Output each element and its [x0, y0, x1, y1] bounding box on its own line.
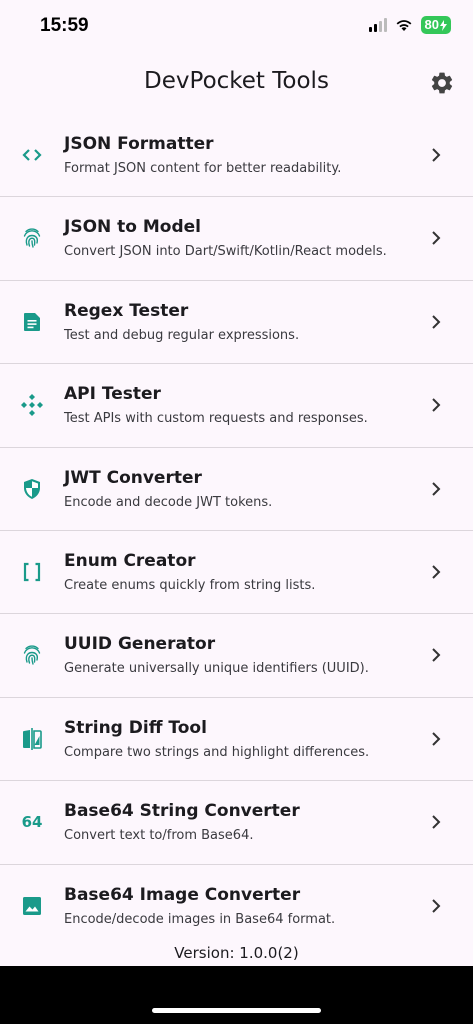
tool-json-formatter[interactable]: JSON Formatter Format JSON content for b…	[0, 114, 473, 198]
status-icons: 80	[368, 16, 451, 34]
tool-title: JWT Converter	[64, 467, 202, 488]
tool-subtitle: Compare two strings and highlight differ…	[64, 744, 370, 760]
chevron-right-icon	[432, 565, 441, 579]
tool-title: UUID Generator	[64, 634, 216, 655]
fingerprint-icon	[20, 226, 44, 250]
tool-list: JSON Formatter Format JSON content for b…	[0, 114, 473, 948]
square-brackets-icon	[20, 560, 44, 584]
app-bar: DevPocket Tools	[0, 52, 473, 112]
chevron-right-icon	[432, 148, 441, 162]
code-brackets-icon	[20, 143, 44, 167]
tool-subtitle: Encode and decode JWT tokens.	[64, 494, 273, 510]
tool-title: Regex Tester	[64, 300, 189, 321]
tool-string-diff[interactable]: String Diff Tool Compare two strings and…	[0, 698, 473, 782]
cellular-signal-icon	[368, 18, 387, 32]
chevron-right-icon	[432, 231, 441, 246]
document-icon	[20, 310, 44, 334]
wifi-icon	[396, 20, 411, 31]
tool-enum-creator[interactable]: Enum Creator Create enums quickly from s…	[0, 531, 473, 615]
base64-icon-label: 64	[21, 813, 43, 832]
tool-subtitle: Test and debug regular expressions.	[64, 327, 300, 343]
charging-bolt-icon	[440, 19, 447, 31]
page-title: DevPocket Tools	[144, 68, 329, 94]
tool-title: JSON to Model	[64, 217, 202, 238]
battery-level: 80	[424, 17, 439, 32]
chevron-right-icon	[432, 481, 441, 496]
tool-uuid-generator[interactable]: UUID Generator Generate universally uniq…	[0, 614, 473, 698]
image-icon	[20, 894, 44, 918]
fingerprint-icon	[20, 643, 44, 667]
tool-subtitle: Generate universally unique identifiers …	[64, 661, 369, 677]
status-bar: 15:59 80	[0, 0, 473, 52]
tool-title: Base64 Image Converter	[64, 884, 301, 905]
tool-subtitle: Convert JSON into Dart/Swift/Kotlin/Reac…	[64, 244, 387, 260]
chevron-right-icon	[432, 398, 441, 412]
home-indicator[interactable]	[152, 1008, 321, 1013]
shield-icon	[20, 477, 44, 501]
chevron-right-icon	[432, 732, 441, 746]
tool-title: JSON Formatter	[64, 134, 214, 154]
battery-indicator: 80	[420, 16, 451, 34]
tool-base64-string[interactable]: 64 Base64 String Converter Convert text …	[0, 781, 473, 865]
tool-api-tester[interactable]: API Tester Test APIs with custom request…	[0, 364, 473, 448]
compare-icon	[20, 727, 44, 751]
status-time: 15:59	[40, 15, 89, 36]
tool-subtitle: Encode/decode images in Base64 format.	[64, 911, 336, 927]
api-diamond-icon	[20, 393, 44, 417]
tool-title: Base64 String Converter	[64, 801, 300, 822]
system-navigation-bar	[0, 966, 473, 1024]
tool-regex-tester[interactable]: Regex Tester Test and debug regular expr…	[0, 281, 473, 365]
chevron-right-icon	[432, 648, 441, 663]
tool-jwt-converter[interactable]: JWT Converter Encode and decode JWT toke…	[0, 448, 473, 531]
chevron-right-icon	[432, 898, 441, 913]
tool-json-to-model[interactable]: JSON to Model Convert JSON into Dart/Swi…	[0, 197, 473, 281]
tool-subtitle: Create enums quickly from string lists.	[64, 577, 316, 593]
version-label: Version: 1.0.0(2)	[174, 944, 299, 962]
tool-title: API Tester	[64, 384, 161, 405]
tool-subtitle: Test APIs with custom requests and respo…	[64, 411, 368, 427]
settings-gear-icon[interactable]	[429, 70, 455, 96]
base64-text-icon: 64	[20, 810, 44, 834]
tool-subtitle: Convert text to/from Base64.	[64, 828, 254, 844]
tool-title: Enum Creator	[64, 550, 196, 571]
tool-title: String Diff Tool	[64, 717, 207, 738]
chevron-right-icon	[432, 315, 441, 329]
chevron-right-icon	[432, 815, 441, 829]
tool-base64-image[interactable]: Base64 Image Converter Encode/decode ima…	[0, 865, 473, 948]
tool-subtitle: Format JSON content for better readabili…	[64, 161, 342, 176]
